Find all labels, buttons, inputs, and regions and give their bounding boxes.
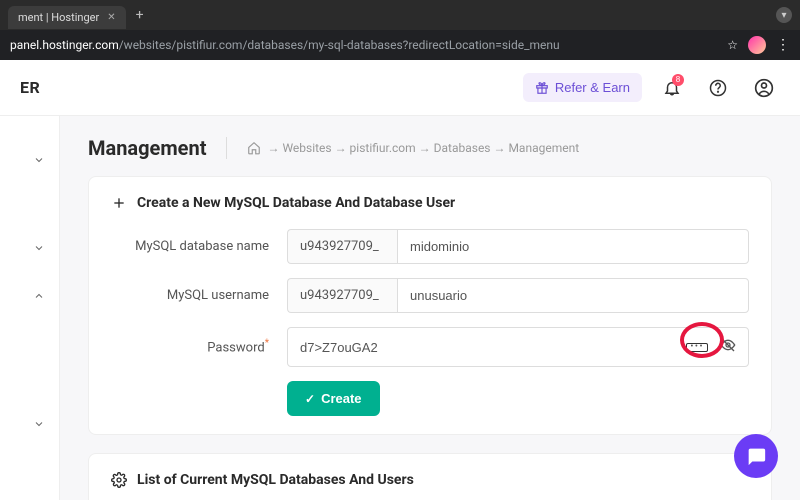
chat-widget-button[interactable]: [734, 434, 778, 478]
db-name-input[interactable]: [397, 229, 749, 264]
logo: ER: [20, 78, 40, 97]
notifications-button[interactable]: 8: [656, 72, 688, 104]
breadcrumb-separator: [226, 137, 227, 159]
window-minimize-icon[interactable]: ▾: [776, 7, 792, 23]
bookmark-star-icon[interactable]: ☆: [727, 38, 738, 52]
password-input[interactable]: [300, 340, 686, 355]
profile-avatar-icon[interactable]: [748, 36, 766, 54]
breadcrumb[interactable]: → Websites → pistifiur.com → Databases →…: [247, 141, 579, 155]
gift-icon: [535, 81, 549, 95]
browser-tabstrip: ment | Hostinger ✕ + ▾: [0, 0, 800, 30]
address-bar[interactable]: panel.hostinger.com/websites/pistifiur.c…: [0, 30, 800, 60]
check-icon: ✓: [305, 392, 315, 406]
password-input-wrapper: •••: [287, 327, 749, 367]
db-user-prefix: u943927709_: [287, 278, 397, 313]
main-content: Management → Websites → pistifiur.com → …: [60, 116, 800, 500]
card-heading: Create a New MySQL Database And Database…: [111, 195, 749, 211]
page-title: Management: [88, 136, 206, 160]
chevron-up-icon: [33, 290, 45, 302]
sidebar-item[interactable]: [0, 136, 59, 184]
browser-menu-icon[interactable]: ⋮: [776, 37, 790, 53]
bell-badge: 8: [672, 74, 684, 86]
sidebar-item[interactable]: [0, 272, 59, 320]
create-button-label: Create: [321, 391, 361, 406]
app-header: ER Refer & Earn 8: [0, 60, 800, 116]
breadcrumb-text: → Websites → pistifiur.com → Databases →…: [267, 141, 579, 155]
url-display: panel.hostinger.com/websites/pistifiur.c…: [10, 38, 717, 52]
card-heading: List of Current MySQL Databases And User…: [111, 472, 749, 488]
toggle-visibility-icon[interactable]: [720, 337, 736, 357]
chevron-down-icon: [33, 418, 45, 430]
sidebar-item[interactable]: [0, 400, 59, 448]
create-database-card: Create a New MySQL Database And Database…: [88, 176, 772, 435]
browser-tab[interactable]: ment | Hostinger ✕: [8, 6, 126, 29]
db-name-label: MySQL database name: [111, 239, 287, 254]
chevron-down-icon: [33, 154, 45, 166]
db-user-input[interactable]: [397, 278, 749, 313]
refer-earn-button[interactable]: Refer & Earn: [523, 73, 642, 102]
plus-icon: [111, 195, 127, 211]
chat-icon: [745, 445, 767, 467]
refer-earn-label: Refer & Earn: [555, 80, 630, 95]
password-label: Password*: [111, 338, 287, 355]
gear-icon: [111, 472, 127, 488]
list-databases-card: List of Current MySQL Databases And User…: [88, 453, 772, 500]
account-button[interactable]: [748, 72, 780, 104]
create-button[interactable]: ✓ Create: [287, 381, 380, 416]
db-user-label: MySQL username: [111, 288, 287, 303]
tab-title: ment | Hostinger: [18, 11, 99, 24]
user-icon: [754, 78, 774, 98]
sidebar-item[interactable]: [0, 224, 59, 272]
generate-password-icon[interactable]: •••: [686, 343, 708, 352]
chevron-down-icon: [33, 242, 45, 254]
help-icon: [709, 79, 727, 97]
new-tab-icon[interactable]: +: [136, 7, 144, 23]
tab-close-icon[interactable]: ✕: [107, 12, 115, 23]
home-icon: [247, 141, 261, 155]
sidebar: [0, 116, 60, 500]
db-name-prefix: u943927709_: [287, 229, 397, 264]
help-button[interactable]: [702, 72, 734, 104]
